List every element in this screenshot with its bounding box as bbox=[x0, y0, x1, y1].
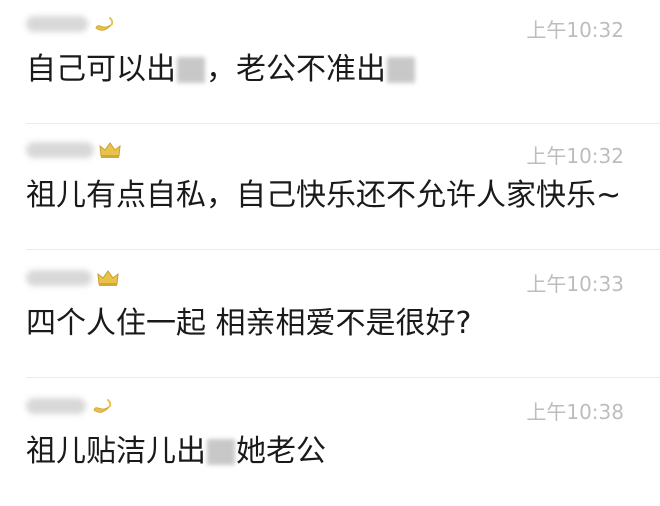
comment-time: 上午10:33 bbox=[526, 272, 624, 296]
divider bbox=[26, 123, 660, 124]
blurred-username bbox=[26, 398, 86, 414]
comment-text-part: 她老公 bbox=[236, 434, 326, 469]
comment-text: 祖儿有点自私，自己快乐还不允许人家快乐~ bbox=[26, 178, 622, 213]
comment-item: 上午10:33 四个人住一起 相亲相爱不是很好? bbox=[0, 254, 660, 378]
crown-icon bbox=[97, 270, 119, 286]
comment-text: 祖儿贴洁儿出 她老公 bbox=[26, 432, 326, 472]
comment-text-part: 自己可以出 bbox=[26, 52, 176, 87]
divider bbox=[26, 377, 660, 378]
crescent-moon-icon bbox=[93, 399, 112, 413]
crescent-moon-icon bbox=[95, 17, 114, 31]
comment-author[interactable] bbox=[26, 12, 116, 36]
blurred-username bbox=[26, 270, 92, 286]
comment-time: 上午10:32 bbox=[526, 144, 624, 168]
comment-text: 自己可以出 ，老公不准出 bbox=[26, 50, 416, 90]
comment-item: 上午10:38 祖儿贴洁儿出 她老公 bbox=[0, 382, 660, 506]
comment-item: 上午10:32 自己可以出 ，老公不准出 bbox=[0, 0, 660, 124]
crown-icon bbox=[99, 142, 121, 158]
comment-author[interactable] bbox=[26, 138, 122, 162]
censored-text bbox=[177, 57, 205, 83]
comment-time: 上午10:32 bbox=[526, 18, 624, 42]
censored-text bbox=[387, 57, 415, 83]
comment-time: 上午10:38 bbox=[526, 400, 624, 424]
comment-author[interactable] bbox=[26, 394, 114, 418]
comment-text-part: ，老公不准出 bbox=[206, 52, 386, 87]
comment-text: 四个人住一起 相亲相爱不是很好? bbox=[26, 306, 472, 341]
divider bbox=[26, 249, 660, 250]
blurred-username bbox=[26, 142, 94, 158]
comment-author[interactable] bbox=[26, 266, 120, 290]
comment-item: 上午10:32 祖儿有点自私，自己快乐还不允许人家快乐~ bbox=[0, 126, 660, 250]
censored-text bbox=[207, 439, 235, 465]
comment-text-part: 祖儿贴洁儿出 bbox=[26, 434, 206, 469]
blurred-username bbox=[26, 16, 88, 32]
